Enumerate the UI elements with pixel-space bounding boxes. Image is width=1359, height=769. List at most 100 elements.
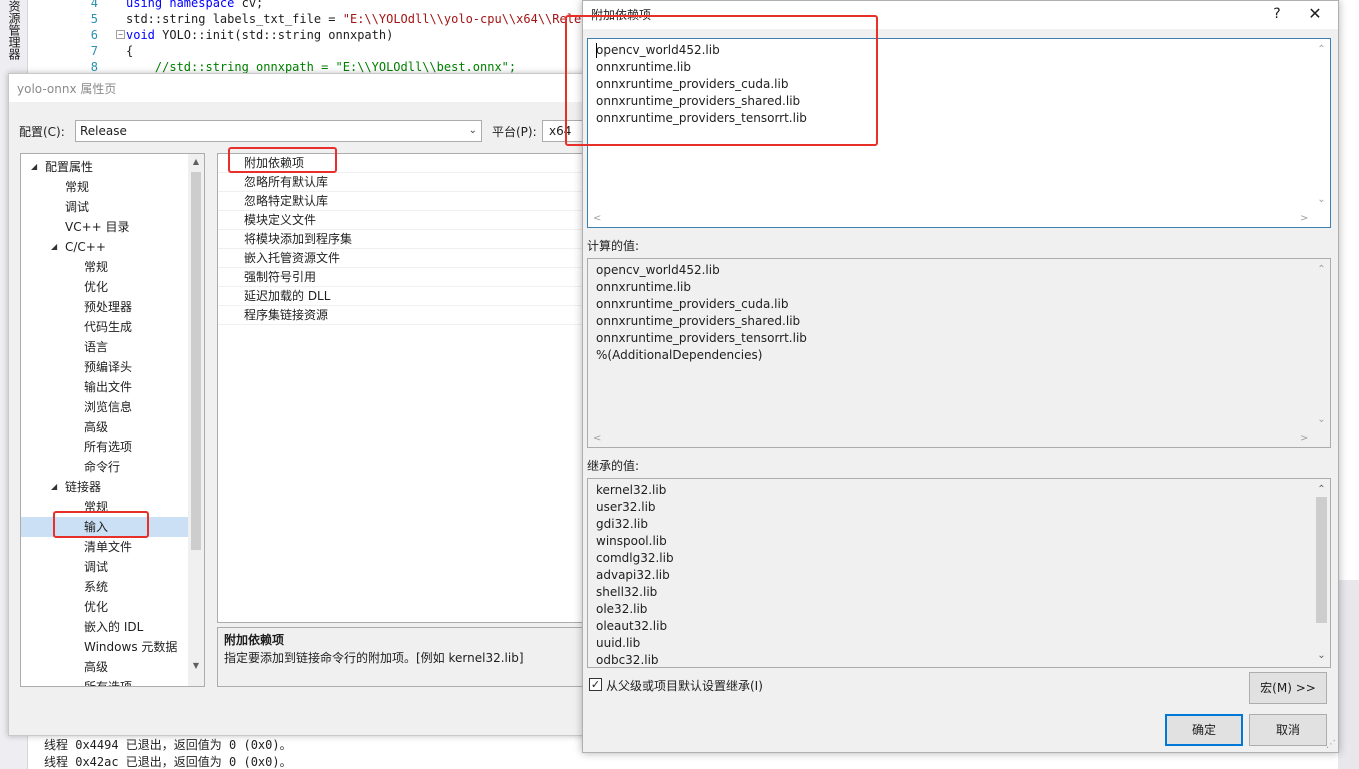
property-pages-titlebar[interactable]: yolo-onnx 属性页 bbox=[9, 74, 597, 102]
code-line[interactable]: 6 − void YOLO::init(std::string onnxpath) bbox=[28, 27, 588, 44]
vertical-scrollbar[interactable]: ⌃ ⌄ bbox=[1313, 39, 1330, 210]
tree-item-label: 常规 bbox=[84, 260, 109, 274]
property-row[interactable]: 忽略特定默认库 bbox=[218, 192, 598, 211]
tree-item[interactable]: 预处理器 bbox=[21, 297, 188, 317]
inherit-checkbox[interactable]: ✓ bbox=[589, 678, 602, 691]
tree-item[interactable]: 清单文件 bbox=[21, 537, 188, 557]
list-item: advapi32.lib bbox=[596, 568, 670, 582]
tree-item[interactable]: 优化 bbox=[21, 597, 188, 617]
scroll-down-icon[interactable]: ⌄ bbox=[1313, 411, 1330, 428]
property-row[interactable]: 模块定义文件 bbox=[218, 211, 598, 230]
scroll-right-icon[interactable]: > bbox=[1300, 430, 1308, 447]
scroll-down-icon[interactable]: ▼ bbox=[188, 658, 204, 674]
tree-item[interactable]: 输入 bbox=[21, 517, 188, 537]
tree-item-label: Windows 元数据 bbox=[84, 640, 178, 654]
tree-item[interactable]: VC++ 目录 bbox=[21, 217, 188, 237]
scroll-up-icon[interactable]: ⌃ bbox=[1313, 481, 1330, 498]
expand-arrow-icon[interactable]: ◢ bbox=[51, 477, 57, 497]
tree-item[interactable]: 所有选项 bbox=[21, 677, 188, 687]
tree-item-label: 所有选项 bbox=[84, 680, 133, 687]
computed-values-label: 计算的值: bbox=[587, 239, 640, 253]
config-select[interactable]: Release ⌄ bbox=[75, 120, 482, 142]
help-button[interactable]: ? bbox=[1265, 3, 1289, 25]
scroll-left-icon[interactable]: < bbox=[593, 430, 601, 447]
resize-grip-icon[interactable]: ⋰ bbox=[1326, 739, 1336, 750]
background-panel bbox=[1338, 580, 1359, 769]
list-item: onnxruntime_providers_shared.lib bbox=[596, 314, 801, 328]
list-item: kernel32.lib bbox=[596, 483, 667, 497]
tree-item[interactable]: 系统 bbox=[21, 577, 188, 597]
inherit-checkbox-label[interactable]: 从父级或项目默认设置继承(I) bbox=[606, 677, 763, 694]
expand-arrow-icon[interactable]: ◢ bbox=[51, 237, 57, 257]
code-area[interactable]: 4 using namespace cv; 5 std::string labels_… bbox=[28, 0, 603, 80]
ok-button[interactable]: 确定 bbox=[1165, 714, 1243, 746]
tree-item[interactable]: 输出文件 bbox=[21, 377, 188, 397]
property-row[interactable]: 嵌入托管资源文件 bbox=[218, 249, 598, 268]
tree-item-label: 调试 bbox=[84, 560, 109, 574]
scroll-up-icon[interactable]: ⌃ bbox=[1313, 261, 1330, 278]
scrollbar-thumb[interactable] bbox=[1316, 497, 1327, 623]
property-pages-title: yolo-onnx 属性页 bbox=[17, 82, 117, 96]
tree-item[interactable]: 嵌入的 IDL bbox=[21, 617, 188, 637]
scroll-up-icon[interactable]: ⌃ bbox=[1313, 41, 1330, 58]
code-line[interactable]: 5 std::string labels_txt_file = "E:\\YOLO… bbox=[28, 11, 603, 28]
property-grid: 附加依赖项 忽略所有默认库 忽略特定默认库 模块定义文件 将模块添加到程序集 嵌入托管资源… bbox=[217, 153, 599, 623]
vertical-scrollbar[interactable]: ⌃ ⌄ bbox=[1313, 259, 1330, 430]
macros-button[interactable]: 宏(M) >> bbox=[1249, 672, 1327, 704]
tree-item[interactable]: 调试 bbox=[21, 197, 188, 217]
property-row[interactable]: 将模块添加到程序集 bbox=[218, 230, 598, 249]
tree-item-label: 常规 bbox=[65, 180, 90, 194]
tree-item[interactable]: 所有选项 bbox=[21, 437, 188, 457]
horizontal-scrollbar[interactable]: < > bbox=[588, 210, 1314, 227]
tree-item[interactable]: 语言 bbox=[21, 337, 188, 357]
tree-item[interactable]: 常规 bbox=[21, 497, 188, 517]
tree-item[interactable]: ◢ 配置属性 bbox=[21, 157, 188, 177]
code-text: std::string labels_txt_file = "E:\\YOLOd… bbox=[126, 11, 603, 28]
scroll-up-icon[interactable]: ▲ bbox=[188, 154, 204, 170]
tree-item[interactable]: Windows 元数据 bbox=[21, 637, 188, 657]
scroll-right-icon[interactable]: > bbox=[1300, 210, 1308, 227]
tree-item[interactable]: 预编译头 bbox=[21, 357, 188, 377]
side-tab-solution-explorer[interactable]: 资源管理器 bbox=[6, 0, 23, 60]
property-row[interactable]: 延迟加载的 DLL bbox=[218, 287, 598, 306]
dialog-titlebar[interactable]: 附加依赖项 ? ✕ bbox=[583, 1, 1338, 29]
close-button[interactable]: ✕ bbox=[1301, 3, 1329, 25]
tree-item[interactable]: 代码生成 bbox=[21, 317, 188, 337]
property-row[interactable]: 附加依赖项 bbox=[218, 154, 598, 173]
tree-item-label: 优化 bbox=[84, 280, 109, 294]
tree-scrollbar[interactable]: ▲ ▼ bbox=[188, 154, 204, 686]
tree-item[interactable]: 高级 bbox=[21, 417, 188, 437]
expand-arrow-icon[interactable]: ◢ bbox=[31, 157, 37, 177]
cancel-button[interactable]: 取消 bbox=[1249, 714, 1327, 746]
tree-item[interactable]: 浏览信息 bbox=[21, 397, 188, 417]
code-token: using namespace bbox=[126, 0, 242, 10]
tree-item-label: 预处理器 bbox=[84, 300, 133, 314]
property-row[interactable]: 强制符号引用 bbox=[218, 268, 598, 287]
list-item: onnxruntime.lib bbox=[596, 60, 692, 74]
code-token: std::string labels_txt_file = bbox=[126, 12, 343, 26]
tree-item[interactable]: ◢ C/C++ bbox=[21, 237, 188, 257]
list-item: %(AdditionalDependencies) bbox=[596, 348, 763, 362]
tree-item[interactable]: ◢ 链接器 bbox=[21, 477, 188, 497]
tree-item[interactable]: 高级 bbox=[21, 657, 188, 677]
tree-item-label: 清单文件 bbox=[84, 540, 133, 554]
scroll-down-icon[interactable]: ⌄ bbox=[1313, 647, 1330, 664]
tree-item[interactable]: 命令行 bbox=[21, 457, 188, 477]
code-line[interactable]: 7{ bbox=[28, 43, 588, 60]
collapse-icon[interactable]: − bbox=[116, 30, 125, 39]
tree-item-label: 所有选项 bbox=[84, 440, 133, 454]
tree-item[interactable]: 调试 bbox=[21, 557, 188, 577]
list-item: onnxruntime_providers_cuda.lib bbox=[596, 77, 789, 91]
tree-item-label: 命令行 bbox=[84, 460, 121, 474]
scrollbar-thumb[interactable] bbox=[191, 172, 201, 550]
property-row[interactable]: 忽略所有默认库 bbox=[218, 173, 598, 192]
vertical-scrollbar[interactable]: ⌃ ⌄ bbox=[1313, 479, 1330, 667]
tree-item[interactable]: 优化 bbox=[21, 277, 188, 297]
horizontal-scrollbar[interactable]: < > bbox=[588, 430, 1314, 447]
tree-item[interactable]: 常规 bbox=[21, 257, 188, 277]
scroll-down-icon[interactable]: ⌄ bbox=[1313, 191, 1330, 208]
scroll-left-icon[interactable]: < bbox=[593, 210, 601, 227]
dependencies-input[interactable]: opencv_world452.lib onnxruntime.lib onnxru… bbox=[587, 38, 1331, 228]
tree-item[interactable]: 常规 bbox=[21, 177, 188, 197]
property-row[interactable]: 程序集链接资源 bbox=[218, 306, 598, 325]
